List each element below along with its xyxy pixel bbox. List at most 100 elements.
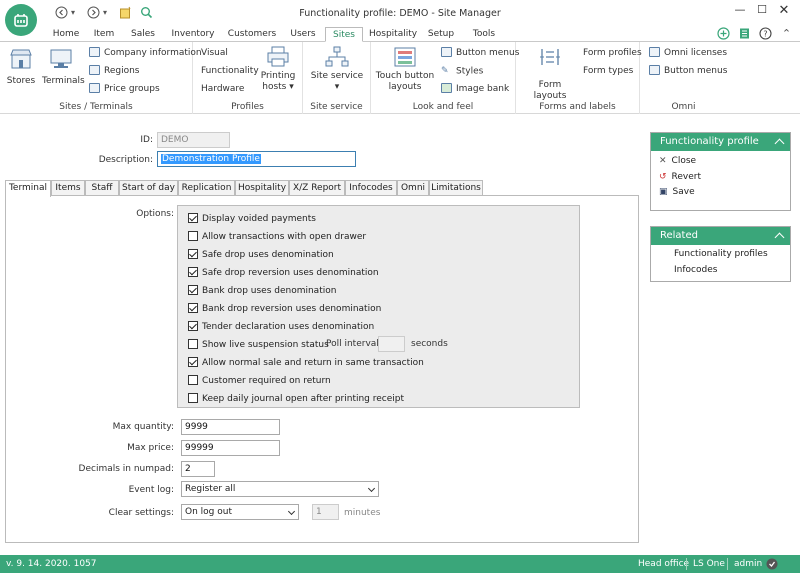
plus-circle-icon[interactable] [717, 27, 730, 40]
button-menus-button[interactable]: Button menus [441, 47, 519, 59]
company-information-button[interactable]: Company information [89, 47, 202, 59]
minutes-label: minutes [344, 508, 381, 518]
tab-sites[interactable]: Sites [325, 27, 363, 42]
status-divider [727, 558, 728, 570]
menu-tabs: Home Item Sales Inventory Customers User… [0, 27, 800, 42]
checkbox[interactable] [188, 339, 198, 349]
max-price-field[interactable]: 99999 [181, 440, 280, 456]
omni-licenses-label: Omni licenses [664, 48, 728, 58]
functionality-profile-panel-header[interactable]: Functionality profile [651, 133, 790, 151]
option-customer-required[interactable]: Customer required on return [188, 375, 331, 387]
option-bank-drop-denomination[interactable]: Bank drop uses denomination [188, 285, 336, 297]
option-keep-journal-open[interactable]: Keep daily journal open after printing r… [188, 393, 404, 405]
option-display-voided-payments[interactable]: Display voided payments [188, 213, 316, 225]
decimals-field[interactable]: 2 [181, 461, 215, 477]
tab-tools[interactable]: Tools [468, 27, 500, 42]
form-types-button[interactable]: Form types [583, 65, 633, 77]
option-label: Tender declaration uses denomination [202, 322, 375, 332]
close-button[interactable]: ✕ [773, 3, 795, 21]
checkbox[interactable] [188, 303, 198, 313]
checkbox[interactable] [188, 375, 198, 385]
dropdown-arrow-icon: ▾ [286, 82, 294, 92]
tab-setup[interactable]: Setup [424, 27, 458, 42]
tab-start-of-day[interactable]: Start of day [119, 180, 178, 196]
related-functionality-profiles-link[interactable]: Functionality profiles [674, 249, 768, 259]
option-safe-drop-reversion[interactable]: Safe drop reversion uses denomination [188, 267, 379, 279]
touch-button-layouts-button[interactable]: Touch button layouts [375, 46, 435, 93]
form-layouts-button[interactable]: Form layouts [522, 46, 578, 102]
tab-xz-report[interactable]: X/Z Report [289, 180, 345, 196]
clear-settings-select[interactable]: On log out [181, 504, 299, 520]
window-title: Functionality profile: DEMO - Site Manag… [299, 8, 501, 19]
styles-button[interactable]: ✎ Styles [441, 65, 483, 77]
checkbox[interactable] [188, 231, 198, 241]
option-normal-sale-return[interactable]: Allow normal sale and return in same tra… [188, 357, 424, 369]
printing-hosts-button[interactable]: Printing hosts ▾ [259, 46, 297, 93]
option-label: Keep daily journal open after printing r… [202, 394, 405, 404]
price-groups-button[interactable]: Price groups [89, 83, 160, 95]
checkbox[interactable] [188, 267, 198, 277]
site-service-label: Site service [310, 71, 364, 81]
form-profiles-button[interactable]: Form profiles [583, 47, 642, 59]
tab-replication[interactable]: Replication [178, 180, 235, 196]
collapse-ribbon-icon[interactable]: ⌃ [780, 27, 793, 40]
related-panel-header[interactable]: Related [651, 227, 790, 245]
tab-staff[interactable]: Staff [85, 180, 119, 196]
option-bank-drop-reversion[interactable]: Bank drop reversion uses denomination [188, 303, 381, 315]
chevron-up-icon[interactable] [774, 138, 785, 149]
stores-button[interactable]: Stores [4, 48, 38, 87]
regions-button[interactable]: Regions [89, 65, 140, 77]
checkbox[interactable] [188, 285, 198, 295]
description-label: Description: [98, 155, 153, 165]
tab-inventory[interactable]: Inventory [168, 27, 218, 42]
minimize-button[interactable]: — [729, 3, 751, 21]
tab-users[interactable]: Users [287, 27, 319, 42]
maximize-button[interactable]: ☐ [751, 3, 773, 21]
terminals-button[interactable]: Terminals [42, 48, 85, 87]
visual-button[interactable]: Visual [201, 47, 228, 59]
image-bank-button[interactable]: Image bank [441, 83, 509, 95]
option-live-suspension[interactable]: Show live suspension status [188, 339, 329, 351]
related-infocodes-link[interactable]: Infocodes [674, 265, 717, 275]
tab-items[interactable]: Items [51, 180, 85, 196]
tab-terminal[interactable]: Terminal [5, 180, 51, 197]
chevron-down-icon [287, 507, 296, 516]
functionality-button[interactable]: Functionality [201, 65, 259, 77]
tab-home[interactable]: Home [50, 27, 82, 42]
option-tender-declaration[interactable]: Tender declaration uses denomination [188, 321, 374, 333]
tab-hospitality-profile[interactable]: Hospitality [235, 180, 289, 196]
tab-item[interactable]: Item [90, 27, 118, 42]
tab-sales[interactable]: Sales [127, 27, 159, 42]
checkbox[interactable] [188, 393, 198, 403]
tab-hospitality[interactable]: Hospitality [369, 27, 417, 42]
decimals-label: Decimals in numpad: [78, 464, 174, 474]
revert-action[interactable]: ↺ Revert [659, 172, 701, 182]
ribbon-group-forms-labels: Form layouts Form profiles Form types Fo… [516, 42, 642, 114]
notes-icon[interactable] [738, 27, 751, 40]
site-service-button[interactable]: Site service ▾ [307, 46, 367, 93]
chevron-up-icon[interactable] [774, 232, 785, 243]
option-open-drawer[interactable]: Allow transactions with open drawer [188, 231, 366, 243]
description-field[interactable]: Demonstration Profile [157, 151, 356, 167]
event-log-select[interactable]: Register all [181, 481, 379, 497]
tab-infocodes[interactable]: Infocodes [345, 180, 397, 196]
close-action[interactable]: ✕ Close [659, 156, 696, 166]
help-icon[interactable]: ? [759, 27, 772, 40]
option-label: Show live suspension status [202, 340, 329, 350]
hardware-button[interactable]: Hardware [201, 83, 244, 95]
checkbox[interactable] [188, 213, 198, 223]
omni-licenses-button[interactable]: Omni licenses [649, 47, 727, 59]
title-bar: ▾ ▾ Functionality profile: DEMO - Site M… [0, 0, 800, 36]
checkbox[interactable] [188, 321, 198, 331]
checkbox[interactable] [188, 249, 198, 259]
option-safe-drop-denomination[interactable]: Safe drop uses denomination [188, 249, 334, 261]
omni-button-menus-button[interactable]: Button menus [649, 65, 727, 77]
tab-limitations[interactable]: Limitations [429, 180, 483, 196]
save-action[interactable]: ▣ Save [659, 187, 695, 197]
tab-omni[interactable]: Omni [397, 180, 429, 196]
tab-customers[interactable]: Customers [226, 27, 278, 42]
group-label-site-service: Site service [310, 102, 363, 112]
max-quantity-field[interactable]: 9999 [181, 419, 280, 435]
checkbox[interactable] [188, 357, 198, 367]
price-groups-icon [89, 83, 100, 93]
